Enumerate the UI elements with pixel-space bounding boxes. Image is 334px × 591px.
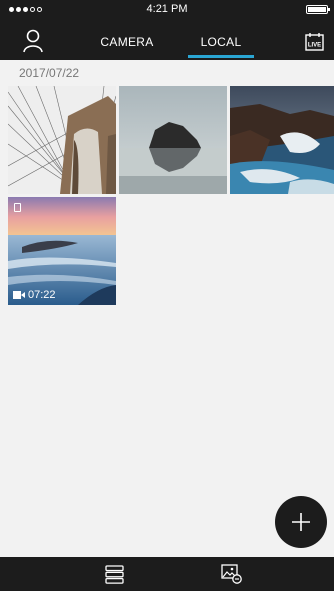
bridge-photo xyxy=(8,86,116,194)
tab-local[interactable]: LOCAL xyxy=(188,35,254,49)
status-time: 4:21 PM xyxy=(146,3,188,15)
media-item-coastal-rocks[interactable] xyxy=(230,86,334,194)
top-nav: CAMERA LOCAL LIVE xyxy=(0,24,334,60)
video-duration-badge: 07:22 xyxy=(13,289,56,301)
video-camera-icon xyxy=(13,291,25,299)
media-item-rock-lake[interactable] xyxy=(119,86,227,194)
plus-icon xyxy=(292,513,310,531)
battery-icon xyxy=(306,5,330,14)
media-item-beach-video[interactable]: 07:22 xyxy=(8,197,116,305)
bottom-bar xyxy=(0,557,334,591)
coastal-rocks-photo xyxy=(230,86,334,194)
active-tab-indicator xyxy=(188,55,254,58)
select-checkbox-icon[interactable] xyxy=(14,203,21,212)
list-icon[interactable] xyxy=(105,565,124,584)
tab-camera[interactable]: CAMERA xyxy=(97,35,157,49)
media-item-bridge[interactable] xyxy=(8,86,116,194)
rock-lake-photo xyxy=(119,86,227,194)
date-group-header: 2017/07/22 xyxy=(19,66,80,80)
status-bar: 4:21 PM xyxy=(0,0,334,18)
gallery-settings-icon[interactable] xyxy=(221,564,243,584)
video-duration: 07:22 xyxy=(28,289,56,301)
live-calendar-icon[interactable]: LIVE xyxy=(305,32,324,51)
add-button[interactable] xyxy=(275,496,327,548)
profile-icon[interactable] xyxy=(22,29,44,53)
live-label: LIVE xyxy=(308,43,321,49)
top-bar: 4:21 PM CAMERA LOCAL LIVE xyxy=(0,0,334,60)
